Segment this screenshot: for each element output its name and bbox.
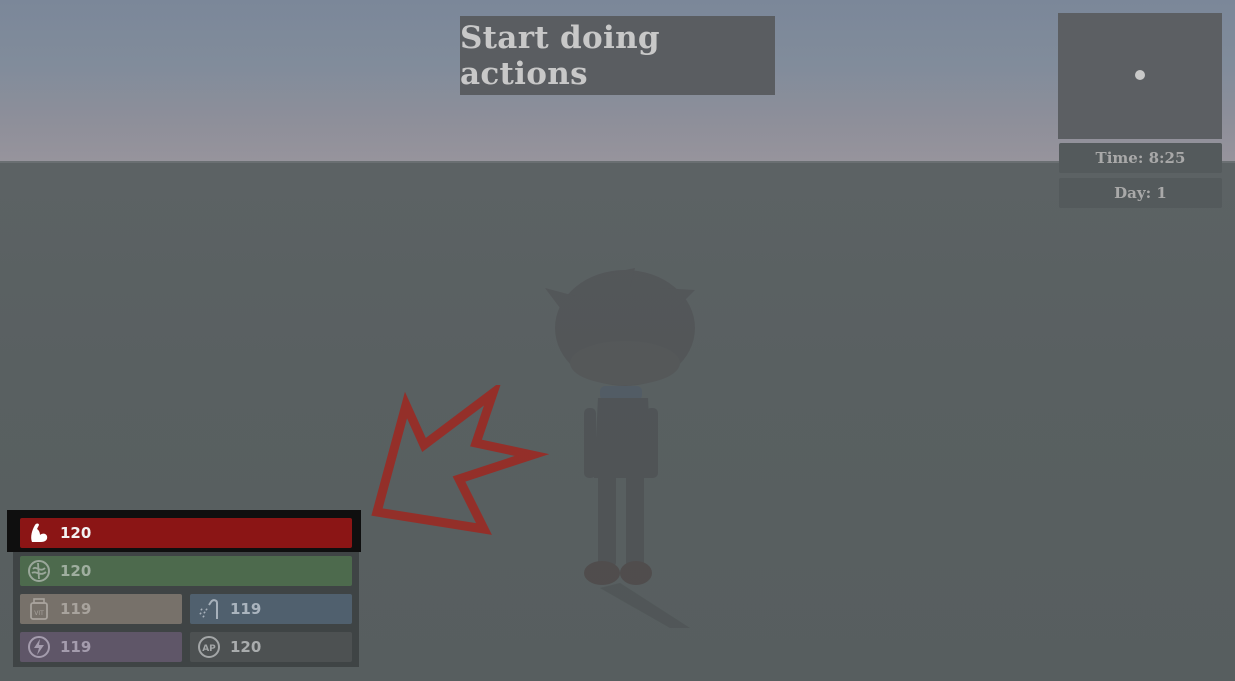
action-points-stat-bar[interactable]: AP 120 <box>190 632 352 662</box>
svg-text:AP: AP <box>202 644 216 654</box>
time-text: Time: 8:25 <box>1095 149 1186 167</box>
ap-coin-icon: AP <box>196 634 222 660</box>
vitamins-stat-bar[interactable]: VIT 119 <box>20 594 182 624</box>
brain-stat-bar[interactable]: 120 <box>20 556 352 586</box>
hygiene-stat-bar[interactable]: 119 <box>190 594 352 624</box>
day-text: Day: 1 <box>1114 184 1167 202</box>
brain-value: 120 <box>60 562 92 580</box>
energy-stat-bar[interactable]: 119 <box>20 632 182 662</box>
svg-text:VIT: VIT <box>34 610 44 617</box>
objective-text: Start doing actions <box>460 19 660 92</box>
strength-value: 120 <box>60 524 92 542</box>
player-character <box>545 268 695 628</box>
lightning-icon <box>26 634 52 660</box>
energy-value: 119 <box>60 638 92 656</box>
day-display: Day: 1 <box>1059 178 1222 208</box>
vitamins-value: 119 <box>60 600 92 618</box>
strength-stat-bar[interactable]: 120 <box>20 518 352 548</box>
action-points-value: 120 <box>230 638 262 656</box>
hygiene-value: 119 <box>230 600 262 618</box>
vitamin-jar-icon: VIT <box>26 596 52 622</box>
shower-icon <box>196 596 222 622</box>
horizon-line <box>0 161 1235 163</box>
brain-icon <box>26 558 52 584</box>
player-marker-icon <box>1135 70 1145 80</box>
time-display: Time: 8:25 <box>1059 143 1222 173</box>
flexed-arm-icon <box>26 520 52 546</box>
tutorial-arrow-icon <box>371 385 550 535</box>
objective-banner: Start doing actions <box>460 16 775 95</box>
minimap <box>1058 13 1222 139</box>
